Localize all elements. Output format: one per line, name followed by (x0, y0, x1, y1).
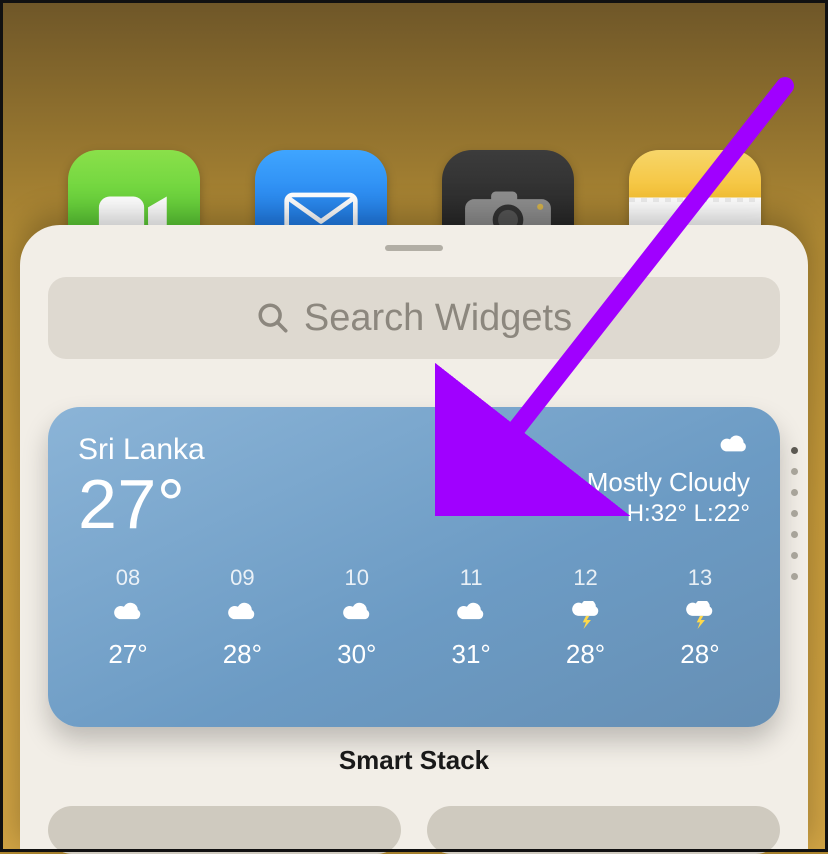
widget-preview-placeholder[interactable] (427, 806, 780, 854)
hour-label: 13 (688, 565, 712, 591)
page-dot[interactable] (791, 510, 798, 517)
page-dot[interactable] (791, 552, 798, 559)
next-widgets-row (48, 806, 780, 854)
weather-condition: Mostly Cloudy (587, 467, 750, 498)
hourly-forecast-item: 08 27° (78, 565, 178, 670)
weather-widget-card[interactable]: Sri Lanka 27° Mostly Cloudy H:32° L:22° … (48, 407, 780, 727)
weather-current-temp: 27° (78, 469, 205, 539)
cloud-icon (110, 601, 146, 629)
stack-page-dots[interactable] (791, 447, 798, 580)
search-icon (256, 301, 290, 335)
cloud-icon (453, 601, 489, 629)
page-dot[interactable] (791, 573, 798, 580)
cloud-icon (339, 601, 375, 629)
widget-preview-placeholder[interactable] (48, 806, 401, 854)
hourly-forecast-row: 08 27° 09 28° 10 30° 11 31° 12 28° 13 28° (78, 565, 750, 670)
cloud-icon (587, 433, 750, 461)
hour-temp: 30° (337, 639, 376, 670)
hourly-forecast-item: 11 31° (421, 565, 521, 670)
search-placeholder: Search Widgets (304, 297, 572, 340)
hour-label: 08 (116, 565, 140, 591)
smart-stack-label: Smart Stack (48, 745, 780, 776)
hour-temp: 31° (452, 639, 491, 670)
page-dot[interactable] (791, 489, 798, 496)
storm-icon (568, 601, 604, 629)
hour-temp: 27° (108, 639, 147, 670)
widget-gallery-sheet[interactable]: Search Widgets Sri Lanka 27° Mostly Clou… (20, 225, 808, 852)
sheet-grabber[interactable] (385, 245, 443, 251)
hourly-forecast-item: 09 28° (192, 565, 292, 670)
hour-label: 09 (230, 565, 254, 591)
weather-hilo: H:32° L:22° (587, 500, 750, 528)
hourly-forecast-item: 10 30° (307, 565, 407, 670)
hour-temp: 28° (566, 639, 605, 670)
weather-location: Sri Lanka (78, 433, 205, 467)
page-dot[interactable] (791, 531, 798, 538)
hour-label: 10 (345, 565, 369, 591)
hour-label: 11 (460, 565, 483, 591)
hourly-forecast-item: 12 28° (536, 565, 636, 670)
page-dot[interactable] (791, 468, 798, 475)
hour-label: 12 (573, 565, 597, 591)
cloud-icon (224, 601, 260, 629)
hour-temp: 28° (680, 639, 719, 670)
hour-temp: 28° (223, 639, 262, 670)
smart-stack-widget-wrap: Sri Lanka 27° Mostly Cloudy H:32° L:22° … (48, 407, 780, 854)
hourly-forecast-item: 13 28° (650, 565, 750, 670)
page-dot[interactable] (791, 447, 798, 454)
storm-icon (682, 601, 718, 629)
search-field[interactable]: Search Widgets (48, 277, 780, 359)
